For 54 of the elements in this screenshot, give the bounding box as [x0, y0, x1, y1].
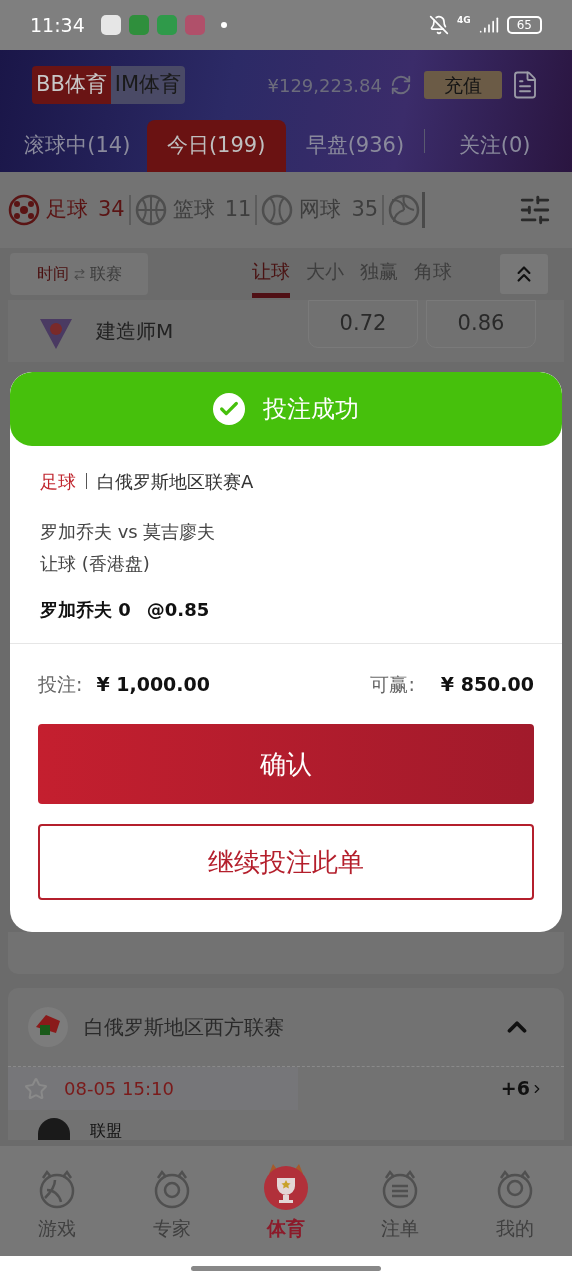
platform-tab[interactable]: BB体育 — [32, 66, 111, 104]
balance-amount: ¥129,223.84 — [267, 73, 382, 98]
app-icon — [128, 15, 149, 35]
period-tab[interactable]: 今日(199) — [146, 120, 286, 172]
collapse-all-button[interactable] — [500, 254, 548, 294]
swap-icon — [72, 267, 86, 281]
status-time: 11:34 — [30, 12, 85, 38]
refresh-icon[interactable] — [390, 74, 412, 96]
deposit-button[interactable]: 充值 — [424, 71, 502, 99]
confirm-button[interactable]: 确认 — [38, 724, 534, 804]
sort-toggle[interactable]: 时间 联赛 — [10, 253, 148, 295]
app-icon — [184, 15, 205, 35]
app-icon — [156, 15, 177, 35]
period-tab[interactable]: 关注(0) — [425, 120, 564, 172]
match-name: 罗加乔夫 vs 莫吉廖夫 — [40, 520, 217, 544]
volleyball-icon — [388, 194, 421, 226]
sport-label: 足球 — [40, 469, 76, 494]
home-indicator[interactable] — [191, 1265, 381, 1271]
team-logo — [38, 1118, 70, 1140]
dialog-title: 投注成功 — [263, 394, 359, 425]
win-label: 可赢: — [370, 671, 415, 697]
soccer-ball-icon — [8, 194, 40, 226]
stake-label: 投注: — [38, 671, 83, 697]
check-icon — [213, 393, 245, 425]
bet-selection: 罗加乔夫 0 — [40, 598, 131, 622]
battery-icon: 65 — [506, 16, 542, 34]
basketball-icon — [134, 194, 167, 226]
league-title: 白俄罗斯地区西方联赛 — [84, 1014, 284, 1041]
sport-tab[interactable]: 足球 34 — [8, 194, 125, 226]
stake-amount: ¥ 1,000.00 — [96, 671, 210, 697]
nav-tab[interactable]: 游戏 — [0, 1167, 115, 1242]
app-icon — [100, 15, 121, 35]
network-label: 4G — [457, 14, 471, 27]
team-name: 建造师M — [96, 318, 174, 345]
platform-tab[interactable]: IM体育 — [110, 66, 186, 104]
win-amount: ¥ 850.00 — [440, 671, 534, 697]
league-logo — [26, 1005, 70, 1049]
team-name: 联盟 — [90, 1122, 122, 1140]
period-tab[interactable]: 早盘(936) — [285, 120, 425, 172]
continue-betting-button[interactable]: 继续投注此单 — [38, 824, 534, 900]
tennis-ball-icon — [261, 194, 294, 226]
signal-icon — [478, 15, 499, 35]
match-time: 08-05 15:10 — [64, 1077, 174, 1101]
league-name: 白俄罗斯地区联赛A — [97, 469, 254, 494]
nav-tab[interactable]: 体育 — [228, 1159, 344, 1242]
sport-tab[interactable] — [388, 194, 421, 226]
odds-button[interactable]: 0.72 — [308, 300, 418, 348]
market-name: 让球 (香港盘) — [40, 552, 151, 576]
more-markets-button[interactable]: +6 — [500, 1074, 544, 1103]
filter-icon[interactable] — [518, 193, 552, 227]
odds-button[interactable]: 0.86 — [426, 300, 536, 348]
bet-odds: @0.85 — [146, 598, 210, 622]
mute-icon — [429, 15, 450, 35]
period-tab[interactable]: 滚球中(14) — [8, 120, 147, 172]
